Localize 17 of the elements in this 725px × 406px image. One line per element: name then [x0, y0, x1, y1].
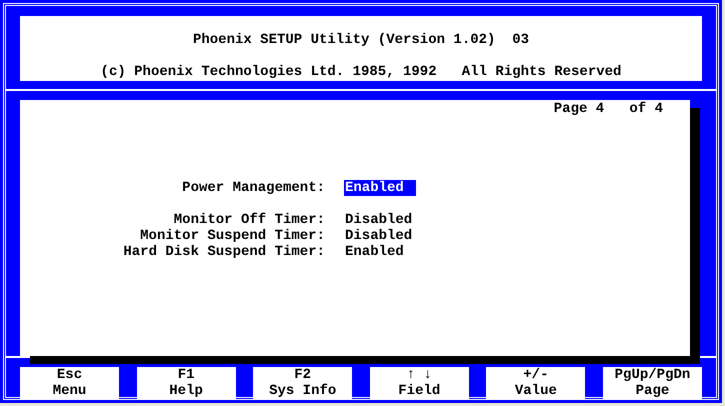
key-button[interactable]: Esc Menu	[20, 367, 119, 399]
copyright-text: (c) Phoenix Technologies Ltd. 1985, 1992 All Rights Reserved	[100, 64, 622, 80]
setting-label: Monitor Off Timer:	[172, 212, 325, 228]
setting-value[interactable]: Disabled	[344, 212, 416, 228]
title-text: Phoenix SETUP Utility (Version 1.02) 03	[192, 32, 530, 48]
key-button[interactable]: PgUp/PgDn Page	[602, 367, 702, 399]
page-indicator: Page 4 of 4	[554, 101, 663, 117]
setting-value[interactable]: Enabled	[344, 244, 416, 260]
key-button[interactable]: F2 Sys Info	[253, 367, 352, 399]
setting-label: Monitor Suspend Timer:	[139, 228, 325, 244]
setting-label: Hard Disk Suspend Timer:	[122, 244, 325, 260]
setting-label: Power Management:	[181, 180, 325, 196]
key-button[interactable]: F1 Help	[136, 367, 236, 399]
setting-value[interactable]: Disabled	[344, 228, 416, 244]
setting-value[interactable]: Enabled	[344, 180, 416, 196]
key-button[interactable]: +/- Value	[486, 367, 586, 399]
key-button[interactable]: ↑ ↓ Field	[370, 367, 469, 399]
